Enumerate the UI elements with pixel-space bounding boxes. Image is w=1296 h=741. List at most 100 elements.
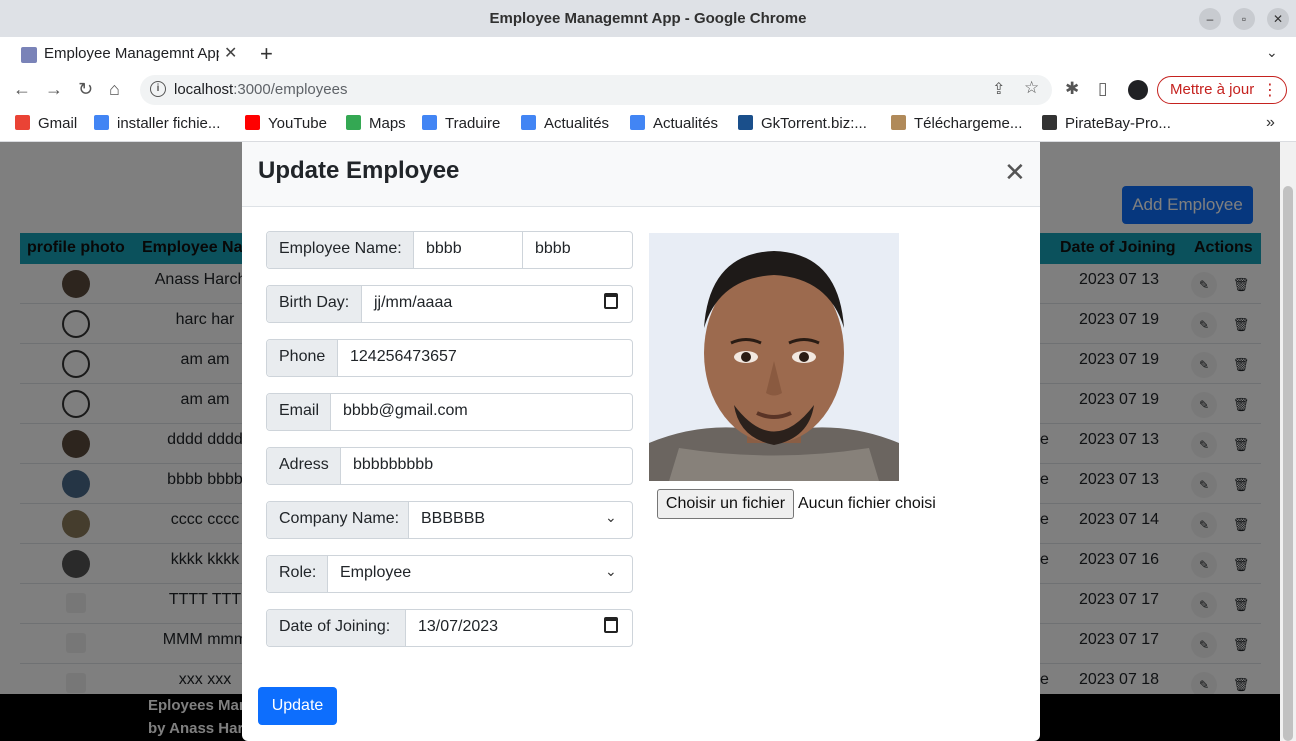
reload-icon[interactable]: ↻ (78, 79, 93, 100)
phone-label: Phone (267, 340, 338, 376)
bookmark-youtube[interactable]: YouTube (245, 115, 327, 132)
minimize-button[interactable]: – (1199, 8, 1221, 30)
maps-icon (346, 115, 361, 130)
window-title: Employee Managemnt App - Google Chrome (489, 10, 807, 27)
browser-tab[interactable]: Employee Managemnt App ✕ (9, 37, 247, 71)
google-icon (630, 115, 645, 130)
date-of-joining-group: Date of Joining: 13/07/2023 (266, 609, 633, 647)
bookmark-installer[interactable]: installer fichie... (94, 115, 220, 132)
bookmark-traduire[interactable]: Traduire (422, 115, 500, 132)
address-group: Adress bbbbbbbbb (266, 447, 633, 485)
profile-avatar-icon[interactable] (1128, 80, 1148, 100)
download-icon (738, 115, 753, 130)
bookmark-maps[interactable]: Maps (346, 115, 406, 132)
choose-file-button[interactable]: Choisir un fichier (657, 489, 794, 519)
close-icon[interactable]: ✕ (1004, 159, 1026, 185)
address-input[interactable]: bbbbbbbbb (353, 456, 433, 474)
birthday-input[interactable]: jj/mm/aaaa (374, 294, 452, 312)
update-button[interactable]: Update (258, 687, 337, 725)
bookmark-label: Téléchargeme... (914, 115, 1023, 132)
page-scrollbar[interactable] (1280, 142, 1296, 741)
input-divider (522, 232, 523, 268)
phone-group: Phone 124256473657 (266, 339, 633, 377)
employee-name-group: Employee Name: bbbb bbbb (266, 231, 633, 269)
chrome-menu-icon[interactable]: ⋮ (1262, 80, 1278, 100)
file-status-text: Aucun fichier choisi (798, 495, 936, 512)
news-icon (521, 115, 536, 130)
calendar-icon[interactable] (604, 293, 618, 309)
address-bar[interactable]: i localhost:3000/employees ⇪ ☆ (140, 75, 1052, 105)
close-window-button[interactable]: ✕ (1267, 8, 1289, 30)
extensions-puzzle-icon[interactable]: ✱ (1065, 79, 1079, 99)
more-bookmarks-icon[interactable]: » (1266, 114, 1275, 132)
tab-favicon-icon (21, 47, 37, 63)
google-icon (94, 115, 109, 130)
chevron-down-icon[interactable]: ⌄ (605, 563, 617, 580)
share-icon[interactable]: ⇪ (992, 79, 1005, 99)
first-name-input[interactable]: bbbb (426, 240, 462, 258)
role-label: Role: (267, 556, 328, 592)
bookmark-label: PirateBay-Pro... (1065, 115, 1171, 132)
url-text[interactable]: localhost:3000/employees (174, 81, 347, 98)
new-tab-button[interactable]: + (260, 41, 273, 67)
employee-name-label: Employee Name: (267, 232, 414, 268)
bookmark-gmail[interactable]: Gmail (15, 115, 77, 132)
browser-toolbar: ← → ↻ ⌂ i localhost:3000/employees ⇪ ☆ ✱… (0, 71, 1296, 109)
bookmark-actualites-1[interactable]: Actualités (521, 115, 609, 132)
company-label: Company Name: (267, 502, 409, 538)
modal-header: Update Employee ✕ (242, 142, 1040, 207)
bookmark-star-icon[interactable]: ☆ (1024, 78, 1039, 98)
gmail-icon (15, 115, 30, 130)
forward-arrow-icon[interactable]: → (45, 79, 63, 100)
home-icon[interactable]: ⌂ (109, 79, 120, 100)
chevron-down-icon[interactable]: ⌄ (605, 509, 617, 526)
birthday-label: Birth Day: (267, 286, 362, 322)
back-arrow-icon[interactable]: ← (13, 79, 31, 100)
role-select[interactable]: Employee (340, 564, 411, 582)
company-group: Company Name: BBBBBB ⌄ (266, 501, 633, 539)
email-group: Email bbbb@gmail.com (266, 393, 633, 431)
role-group: Role: Employee ⌄ (266, 555, 633, 593)
bookmark-piratebay[interactable]: PirateBay-Pro... (1042, 115, 1171, 132)
calendar-icon[interactable] (604, 617, 618, 633)
chrome-update-label: Mettre à jour (1170, 81, 1255, 98)
tab-title: Employee Managemnt App (44, 45, 219, 62)
url-path: :3000/employees (233, 81, 348, 98)
company-select[interactable]: BBBBBB (421, 510, 485, 528)
tab-search-chevron-icon[interactable]: ⌄ (1266, 44, 1278, 61)
email-input[interactable]: bbbb@gmail.com (343, 402, 468, 420)
modal-title: Update Employee (258, 157, 460, 184)
address-label: Adress (267, 448, 341, 484)
ship-icon (1042, 115, 1057, 130)
bookmark-label: installer fichie... (117, 115, 221, 132)
site-icon (891, 115, 906, 130)
email-label: Email (267, 394, 331, 430)
bookmark-label: YouTube (268, 115, 327, 132)
url-host: localhost (174, 81, 234, 98)
bookmark-actualites-2[interactable]: Actualités (630, 115, 718, 132)
bookmark-label: Maps (369, 115, 406, 132)
bookmark-gktorrent[interactable]: GkTorrent.biz:... (738, 115, 867, 132)
bookmark-label: Actualités (544, 115, 610, 132)
translate-icon (422, 115, 437, 130)
employee-photo (649, 233, 899, 481)
tab-close-icon[interactable]: ✕ (224, 43, 237, 63)
chrome-update-button[interactable]: Mettre à jour ⋮ (1157, 76, 1287, 104)
last-name-input[interactable]: bbbb (535, 240, 571, 258)
phone-input[interactable]: 124256473657 (350, 348, 457, 366)
side-panel-icon[interactable]: ▯ (1098, 79, 1107, 99)
birthday-group: Birth Day: jj/mm/aaaa (266, 285, 633, 323)
date-of-joining-label: Date of Joining: (267, 610, 406, 646)
site-info-icon[interactable]: i (150, 81, 166, 97)
maximize-button[interactable]: ▫ (1233, 8, 1255, 30)
portrait-image (649, 233, 899, 481)
bookmark-label: GkTorrent.biz:... (761, 115, 867, 132)
bookmark-telechargement[interactable]: Téléchargeme... (891, 115, 1022, 132)
youtube-icon (245, 115, 260, 130)
date-of-joining-input[interactable]: 13/07/2023 (418, 618, 498, 636)
bookmark-label: Traduire (445, 115, 501, 132)
bookmark-label: Actualités (653, 115, 719, 132)
scrollbar-thumb[interactable] (1283, 186, 1293, 741)
bookmark-label: Gmail (38, 115, 78, 132)
window-titlebar: Employee Managemnt App - Google Chrome –… (0, 0, 1296, 37)
